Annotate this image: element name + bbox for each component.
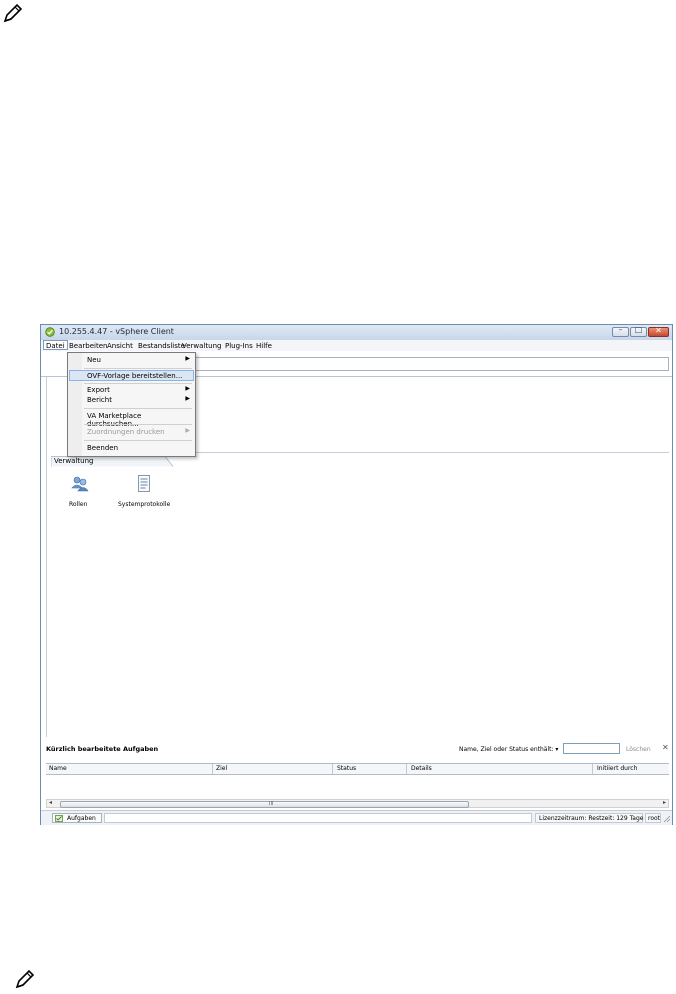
column-separator[interactable] — [332, 764, 333, 774]
menu-item-va-marketplace[interactable]: VA Marketplace durchsuchen... — [69, 411, 194, 428]
column-header-details[interactable]: Details — [411, 765, 432, 772]
tile-label: Systemprotokolle — [118, 501, 171, 508]
menu-separator — [84, 368, 192, 369]
scroll-grip: III — [269, 801, 274, 807]
close-icon: ✕ — [655, 326, 662, 335]
minimize-icon: – — [618, 325, 623, 334]
vsphere-logo-icon — [45, 327, 55, 337]
menu-item-zuordnungen-drucken: Zuordnungen drucken ▶ — [69, 427, 194, 438]
current-user: root — [645, 813, 661, 823]
filter-label[interactable]: Name, Ziel oder Status enthält: ▾ — [459, 746, 558, 753]
roles-users-icon — [71, 476, 89, 492]
column-header-ziel[interactable]: Ziel — [216, 765, 227, 772]
menu-item-ovf-vorlage-bereitstellen[interactable]: OVF-Vorlage bereitstellen... — [69, 370, 194, 381]
note-pencil-icon — [3, 3, 23, 23]
menu-item-label: OVF-Vorlage bereitstellen... — [87, 372, 183, 380]
column-header-name[interactable]: Name — [49, 765, 67, 772]
clear-filter-button[interactable]: Löschen — [626, 746, 651, 753]
menu-item-beenden[interactable]: Beenden — [69, 443, 194, 454]
menu-item-label: Neu — [87, 356, 101, 364]
section-title: Verwaltung — [54, 457, 94, 465]
menu-bearbeiten[interactable]: Bearbeiten — [69, 342, 107, 350]
minimize-button[interactable]: – — [612, 325, 629, 337]
submenu-arrow-icon: ▶ — [185, 427, 190, 434]
horizontal-scrollbar[interactable]: ◂ III ▸ — [46, 799, 669, 808]
menu-separator — [84, 424, 192, 425]
menu-datei[interactable]: Datei — [43, 340, 68, 350]
maximize-icon: □ — [634, 325, 643, 334]
maximize-button[interactable]: □ — [630, 325, 647, 337]
note-pencil-icon — [15, 969, 35, 989]
tasks-icon — [55, 815, 63, 822]
status-bar: Aufgaben Lizenzzeitraum: Restzeit: 129 T… — [41, 810, 672, 825]
column-separator[interactable] — [212, 764, 213, 774]
tile-label: Rollen — [69, 501, 88, 508]
menu-item-label: Beenden — [87, 444, 119, 452]
column-header-status[interactable]: Status — [337, 765, 356, 772]
recent-tasks-title: Kürzlich bearbeitete Aufgaben — [46, 745, 159, 753]
column-header-initiiert-durch[interactable]: Initiiert durch — [597, 765, 637, 772]
menu-item-bericht[interactable]: Bericht ▶ — [69, 395, 194, 406]
menu-separator — [84, 383, 192, 384]
scroll-left-icon[interactable]: ◂ — [49, 799, 52, 806]
column-separator[interactable] — [406, 764, 407, 774]
scroll-right-icon[interactable]: ▸ — [663, 799, 666, 806]
submenu-arrow-icon: ▶ — [185, 385, 190, 392]
title-bar[interactable]: 10.255.4.47 - vSphere Client – □ ✕ — [41, 325, 672, 340]
user-name: root — [648, 815, 661, 822]
menu-verwaltung[interactable]: Verwaltung — [182, 342, 221, 350]
menu-ansicht[interactable]: Ansicht — [107, 342, 133, 350]
vsphere-client-window: 10.255.4.47 - vSphere Client – □ ✕ Datei… — [40, 324, 673, 825]
status-message-field — [104, 813, 532, 823]
section-header-verwaltung: Verwaltung — [51, 456, 174, 467]
menu-item-label: Zuordnungen drucken — [87, 428, 165, 436]
tasks-button-label: Aufgaben — [67, 815, 96, 822]
resize-grip-icon[interactable] — [662, 814, 671, 823]
navigation-bar[interactable] — [193, 357, 669, 371]
menu-plug-ins[interactable]: Plug-Ins — [225, 342, 253, 350]
tile-rollen[interactable]: Rollen — [65, 475, 95, 509]
license-text: Lizenzzeitraum: Restzeit: 129 Tage — [539, 815, 644, 822]
close-panel-icon[interactable]: ✕ — [662, 743, 669, 752]
window-title: 10.255.4.47 - vSphere Client — [59, 327, 174, 336]
submenu-arrow-icon: ▶ — [185, 355, 190, 362]
task-filter-input[interactable] — [563, 743, 620, 754]
menu-bar: Datei Bearbeiten Ansicht Bestandsliste V… — [41, 340, 672, 351]
divider — [46, 377, 47, 737]
menu-separator — [84, 408, 192, 409]
menu-bestandsliste[interactable]: Bestandsliste — [138, 342, 185, 350]
submenu-arrow-icon: ▶ — [185, 395, 190, 402]
menu-item-label: Export — [87, 386, 110, 394]
tile-systemprotokolle[interactable]: Systemprotokolle — [117, 475, 171, 509]
scrollbar-thumb[interactable]: III — [60, 801, 469, 808]
menu-item-label: Bericht — [87, 396, 112, 404]
file-menu-dropdown: Neu ▶ OVF-Vorlage bereitstellen... Expor… — [67, 352, 196, 457]
menu-hilfe[interactable]: Hilfe — [256, 342, 272, 350]
menu-separator — [84, 440, 192, 441]
tasks-table-header: Name Ziel Status Details Initiiert durch — [46, 763, 669, 775]
column-separator[interactable] — [592, 764, 593, 774]
license-status: Lizenzzeitraum: Restzeit: 129 Tage — [535, 813, 643, 823]
section-divider — [181, 452, 669, 453]
menu-item-neu[interactable]: Neu ▶ — [69, 355, 194, 366]
menu-item-label: VA Marketplace durchsuchen... — [87, 412, 142, 428]
tasks-button[interactable]: Aufgaben — [52, 813, 102, 823]
close-button[interactable]: ✕ — [648, 326, 669, 337]
system-logs-document-icon — [138, 475, 150, 492]
